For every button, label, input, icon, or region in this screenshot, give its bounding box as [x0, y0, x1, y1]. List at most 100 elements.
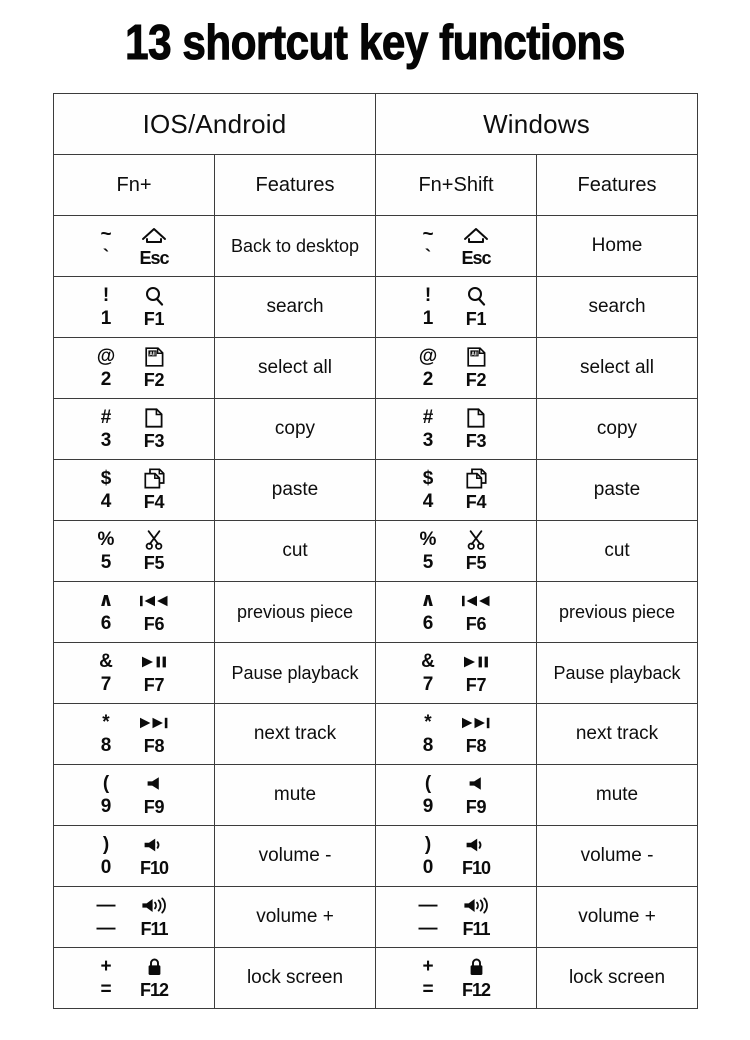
key-shift-symbol: &: [99, 651, 113, 672]
key-combo: + = F12: [54, 948, 214, 1008]
key-combo: ~ ` Esc: [376, 216, 536, 276]
key-top-row: !: [408, 285, 504, 307]
key-base-symbol: 4: [100, 491, 112, 512]
feature-windows: search: [536, 276, 698, 338]
key-function-icon-slot: [126, 468, 182, 489]
key-top-row: ~: [408, 224, 504, 246]
key-bottom-row: 9 F9: [408, 796, 504, 818]
key-function-icon-slot: [126, 897, 182, 914]
key-shift-symbol: %: [419, 529, 437, 550]
key-function-label: F7: [465, 674, 487, 695]
home-icon: [141, 226, 167, 244]
key-top-row: ∧: [86, 590, 182, 612]
feature-ios: select all: [214, 337, 376, 399]
key-top-row: —: [408, 895, 504, 917]
key-base-symbol: 8: [100, 735, 112, 756]
key-combo: % 5 F5: [376, 521, 536, 581]
key-top-row: —: [86, 895, 182, 917]
key-combo: ! 1 F1: [54, 277, 214, 337]
key-cell-ios: @ All 2 F2: [53, 337, 215, 399]
key-base-symbol: 0: [422, 857, 434, 878]
key-combo: #3 F3: [376, 399, 536, 459]
key-top-row: %: [86, 529, 182, 551]
key-function-label: F9: [465, 796, 487, 817]
key-combo: ! 1 F1: [376, 277, 536, 337]
feature-ios: lock screen: [214, 947, 376, 1009]
next-track-icon: [461, 716, 491, 730]
key-combo: $4 F4: [54, 460, 214, 520]
key-bottom-row: 0 F10: [408, 857, 504, 879]
table-row: ! 1 F1 search! 1 F1 search: [53, 276, 698, 338]
key-shift-symbol: ∧: [420, 590, 436, 611]
feature-ios: cut: [214, 520, 376, 582]
key-function-icon-slot: [126, 407, 182, 428]
key-shift-symbol: !: [424, 285, 432, 306]
key-combo: & 7 F7: [376, 643, 536, 703]
feature-windows: Home: [536, 215, 698, 277]
key-bottom-row: 2 F2: [408, 369, 504, 391]
key-bottom-row: = F12: [408, 979, 504, 1001]
key-function-icon-slot: [126, 529, 182, 550]
previous-track-icon: [139, 594, 169, 608]
key-function-icon-slot: [448, 837, 504, 853]
key-base-symbol: 2: [422, 369, 434, 390]
key-shift-symbol: #: [422, 407, 434, 428]
key-top-row: &: [408, 651, 504, 673]
table-row: @ All 2 F2 select all @ All 2 F2 select all: [53, 337, 698, 399]
volume-up-icon: [141, 897, 168, 914]
scissors-icon: [467, 529, 485, 550]
key-function-label: F6: [465, 613, 487, 634]
key-shift-symbol: &: [421, 651, 435, 672]
key-shift-symbol: #: [100, 407, 112, 428]
key-combo: & 7 F7: [54, 643, 214, 703]
key-function-label: F2: [465, 369, 487, 390]
key-cell-ios: ~ ` Esc: [53, 215, 215, 277]
key-bottom-row: ` Esc: [408, 247, 504, 269]
key-shift-symbol: ∧: [98, 590, 114, 611]
key-bottom-row: 9 F9: [86, 796, 182, 818]
key-base-symbol: =: [422, 979, 434, 1000]
feature-ios: mute: [214, 764, 376, 826]
key-bottom-row: 6 F6: [86, 613, 182, 635]
key-top-row: #: [408, 407, 504, 429]
feature-windows: Pause playback: [536, 642, 698, 704]
table-row: * 8 F8 next track * 8 F8 next track: [53, 703, 698, 765]
key-top-row: +: [408, 956, 504, 978]
key-function-label: F5: [143, 552, 165, 573]
key-cell-windows: — — F11: [375, 886, 537, 948]
search-icon: [466, 286, 486, 306]
key-cell-windows: ) 0 F10: [375, 825, 537, 887]
key-combo: ~ ` Esc: [54, 216, 214, 276]
table-row: $4 F4 paste $4 F4 paste: [53, 459, 698, 521]
lock-icon: [469, 958, 484, 976]
group-header-ios-android: IOS/Android: [53, 93, 376, 155]
key-function-label: F4: [143, 491, 165, 512]
key-base-symbol: 6: [100, 613, 112, 634]
key-bottom-row: 3 F3: [408, 430, 504, 452]
key-cell-windows: (9 F9: [375, 764, 537, 826]
key-function-label: F10: [461, 857, 491, 878]
table-row: ∧ 6 F6 previous piece ∧ 6 F6 previous piece: [53, 581, 698, 643]
key-bottom-row: — F11: [86, 918, 182, 940]
key-shift-symbol: +: [422, 956, 434, 977]
key-bottom-row: 1 F1: [408, 308, 504, 330]
feature-windows: copy: [536, 398, 698, 460]
key-function-icon-slot: [448, 594, 504, 608]
key-cell-ios: #3 F3: [53, 398, 215, 460]
svg-text:All: All: [149, 351, 156, 357]
shortcut-key-table: IOS/Android Windows Fn+ Features Fn+Shift Fea…: [53, 93, 698, 1009]
volume-mute-icon: [146, 776, 162, 791]
sub-header-features-windows: Features: [536, 154, 698, 216]
key-function-icon-slot: [448, 776, 504, 791]
play-pause-icon: [463, 655, 490, 669]
table-row: (9 F9 mute (9 F9 mute: [53, 764, 698, 826]
table-row: — — F11 volume + — — F11 volume +: [53, 886, 698, 948]
key-bottom-row: 7 F7: [408, 674, 504, 696]
key-cell-ios: + = F12: [53, 947, 215, 1009]
key-function-label: F5: [465, 552, 487, 573]
volume-up-icon: [463, 897, 490, 914]
key-shift-symbol: $: [422, 468, 434, 489]
key-function-label: F1: [143, 308, 165, 329]
table-body: IOS/Android Windows Fn+ Features Fn+Shift Fea…: [53, 93, 698, 1009]
key-function-icon-slot: [448, 716, 504, 730]
